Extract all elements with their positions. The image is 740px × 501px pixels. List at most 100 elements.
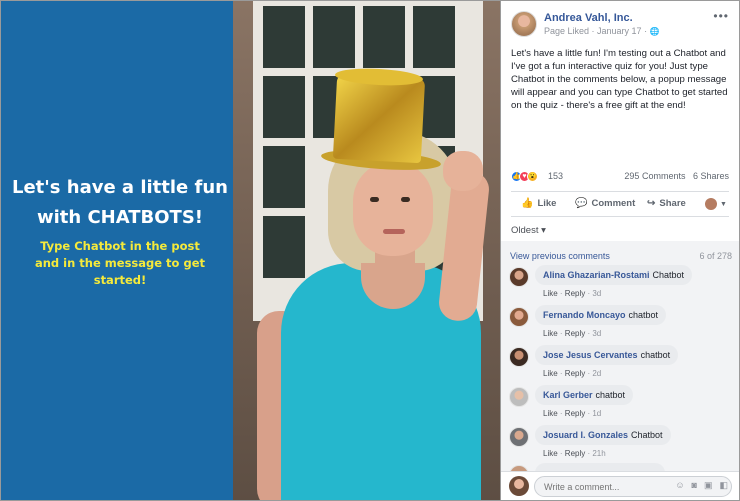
comment-time[interactable]: 3d [592, 289, 601, 298]
reaction-count[interactable]: 153 [548, 171, 563, 181]
shares-count-link[interactable]: 6 Shares [693, 171, 729, 181]
left-eye [370, 197, 379, 202]
comment-time[interactable]: 21h [592, 449, 605, 458]
comments-list: View previous comments 6 of 278 Alina Gh… [501, 241, 739, 473]
current-user-avatar [509, 476, 529, 496]
comment-reply-link[interactable]: Reply [565, 449, 585, 458]
comment-text: chatbot [595, 390, 626, 400]
comment-like-link[interactable]: Like [543, 329, 558, 338]
gif-icon[interactable]: ▣ [704, 480, 713, 491]
commenter-avatar[interactable] [509, 387, 529, 407]
share-label: Share [659, 198, 686, 209]
speech-bubble-icon: 💬 [575, 198, 588, 209]
reactions-summary: 👍 ♥ 😮 153 295 Comments 6 Shares [511, 170, 729, 184]
chevron-down-icon: ▼ [720, 200, 727, 208]
globe-icon: 🌐 [649, 27, 660, 36]
comments-count-link[interactable]: 295 Comments [624, 171, 685, 181]
page-name-link[interactable]: Andrea Vahl, Inc. [544, 12, 633, 24]
comment-reply-link[interactable]: Reply [565, 329, 585, 338]
comment-composer: ☺ ◙ ▣ ◧ [501, 471, 739, 500]
comment-time[interactable]: 3d [592, 329, 601, 338]
comment-text: chatbot [628, 310, 659, 320]
comment-bubble: Josuard I. Gonzales Chatbot [535, 425, 671, 445]
comment-text: Chatbot [652, 270, 685, 280]
commenter-name[interactable]: Karl Gerber [543, 390, 593, 400]
gold-top-hat [332, 73, 426, 164]
promo-headline-line1: Let's have a little fun [11, 177, 228, 198]
comment-reply-link[interactable]: Reply [565, 369, 585, 378]
comment-button[interactable]: 💬 Comment [575, 198, 635, 209]
comment-item: Jose Jesus Cervantes chatbot Like · Reply… [509, 345, 734, 381]
woman-in-gold-hat-photo [233, 1, 500, 500]
react-as-selector[interactable]: ▼ [705, 198, 727, 210]
comments-count: 6 of 278 [699, 251, 732, 261]
promo-headline-line2: with CHATBOTS! [36, 207, 204, 228]
page-avatar[interactable] [511, 11, 537, 37]
comment-like-link[interactable]: Like [543, 449, 558, 458]
share-button[interactable]: ↪ Share [647, 198, 686, 209]
post-text: Let's have a little fun! I'm testing out… [511, 48, 728, 111]
more-options-icon[interactable]: ••• [713, 9, 729, 23]
comment-like-link[interactable]: Like [543, 289, 558, 298]
comment-bubble: Fernando Moncayo chatbot [535, 305, 667, 325]
post-actions: 👍 Like 💬 Comment ↪ Share ▼ [511, 191, 729, 217]
commenter-name[interactable]: Alina Ghazarian-Rostami [543, 270, 650, 280]
sticker-icon[interactable]: ◧ [719, 480, 728, 491]
thumbs-up-icon: 👍 [521, 198, 534, 209]
post-header: Andrea Vahl, Inc. Page Liked · January 1… [511, 9, 731, 39]
comment-sort-dropdown[interactable]: Oldest ▾ [511, 225, 546, 236]
reaction-icons[interactable]: 👍 ♥ 😮 [511, 171, 538, 182]
comment-meta: Like · Reply · 2d [543, 369, 602, 378]
comment-bubble: Jose Jesus Cervantes chatbot [535, 345, 679, 365]
comment-like-link[interactable]: Like [543, 369, 558, 378]
comment-text: Chatbot [631, 430, 663, 440]
composer-icons: ☺ ◙ ▣ ◧ [675, 480, 728, 491]
post-photo[interactable]: Let's have a little fun with CHATBOTS! T… [0, 0, 501, 501]
comment-meta: Like · Reply · 1d [543, 409, 602, 418]
comment-text: chatbot [640, 350, 671, 360]
hand [443, 151, 483, 191]
view-previous-comments-link[interactable]: View previous comments [510, 251, 610, 261]
commenter-avatar[interactable] [509, 307, 529, 327]
like-button[interactable]: 👍 Like [521, 198, 556, 209]
share-arrow-icon: ↪ [647, 198, 656, 209]
commenter-name[interactable]: Josuard I. Gonzales [543, 430, 628, 440]
like-label: Like [537, 198, 557, 209]
post-meta-text: Page Liked · January 17 · [544, 26, 648, 36]
comment-reply-link[interactable]: Reply [565, 409, 585, 418]
comment-meta: Like · Reply · 3d [543, 289, 602, 298]
post-sidebar: Andrea Vahl, Inc. Page Liked · January 1… [501, 0, 740, 501]
commenter-avatar[interactable] [509, 427, 529, 447]
comment-meta: Like · Reply · 21h [543, 449, 606, 458]
emoji-icon[interactable]: ☺ [675, 480, 684, 491]
comment-item: Alina Ghazarian-Rostami Chatbot Like · Re… [509, 265, 734, 301]
comment-time[interactable]: 2d [592, 369, 601, 378]
commenter-avatar[interactable] [509, 347, 529, 367]
commenter-name[interactable]: Fernando Moncayo [543, 310, 626, 320]
comment-like-link[interactable]: Like [543, 409, 558, 418]
commenter-avatar[interactable] [509, 267, 529, 287]
comment-label: Comment [591, 198, 636, 209]
promo-panel: Let's have a little fun with CHATBOTS! T… [1, 1, 233, 500]
face [353, 161, 433, 256]
comment-reply-link[interactable]: Reply [565, 289, 585, 298]
comment-meta: Like · Reply · 3d [543, 329, 602, 338]
comment-item: Fernando Moncayo chatbot Like · Reply · 3… [509, 305, 734, 341]
commenter-name[interactable]: Jose Jesus Cervantes [543, 350, 638, 360]
comment-item: Karl Gerber chatbot Like · Reply · 1d [509, 385, 734, 421]
promo-subline-line1: Type Chatbot in the post [40, 239, 200, 253]
comment-item: Josuard I. Gonzales Chatbot Like · Reply … [509, 425, 734, 461]
promo-subline: Type Chatbot in the post and in the mess… [9, 238, 231, 289]
comment-bubble: Karl Gerber chatbot [535, 385, 634, 405]
comment-bubble: Alina Ghazarian-Rostami Chatbot [535, 265, 693, 285]
promo-headline: Let's have a little fun with CHATBOTS! [9, 173, 231, 233]
post-meta: Page Liked · January 17 · 🌐 [544, 26, 660, 36]
camera-icon[interactable]: ◙ [692, 480, 697, 491]
wow-reaction-icon: 😮 [527, 171, 538, 182]
promo-subline-line2: and in the message to get started! [34, 256, 205, 287]
right-eye [401, 197, 410, 202]
profile-avatar [705, 198, 717, 210]
mouth [383, 229, 405, 234]
comment-time[interactable]: 1d [592, 409, 601, 418]
comments-shares: 295 Comments 6 Shares [624, 171, 729, 181]
